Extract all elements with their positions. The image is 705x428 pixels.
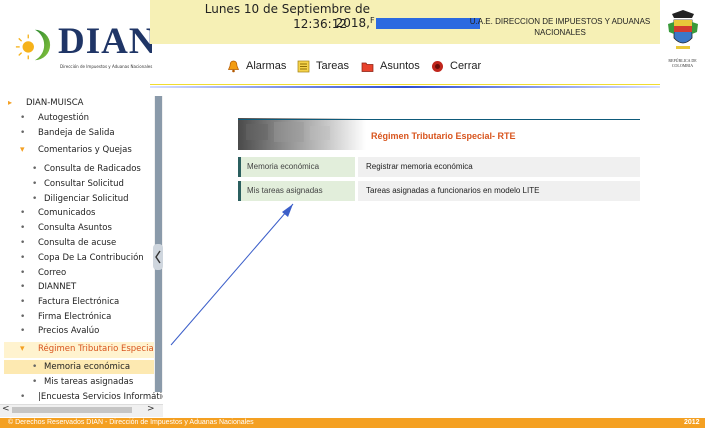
bullet-icon: •: [20, 223, 26, 233]
dian-logo: DIAN Dirección de Impuestos y Aduanas Na…: [0, 0, 156, 86]
tasks-label: Tareas: [316, 60, 350, 72]
table-row[interactable]: Mis tareas asignadas Tareas asignadas a …: [238, 181, 640, 201]
matters-label: Asuntos: [380, 60, 420, 72]
folder-icon: [361, 62, 374, 72]
collapse-arrow-icon: ▾: [20, 145, 25, 155]
crest-label: REPÚBLICA DE COLOMBIA: [668, 58, 697, 68]
user-prefix: F: [370, 16, 375, 25]
alarms-menu-item[interactable]: Alarmas: [227, 58, 286, 74]
bullet-icon: •: [20, 297, 26, 307]
horizontal-scroll-thumb[interactable]: [12, 407, 132, 413]
footer-year: 2012: [684, 419, 700, 426]
logo-text: DIAN: [58, 21, 157, 62]
bell-icon: [227, 60, 240, 72]
row-option-description[interactable]: Registrar memoria económica: [358, 157, 640, 177]
bullet-icon: •: [20, 208, 26, 218]
close-icon: [432, 60, 443, 72]
matters-menu-item[interactable]: Asuntos: [361, 58, 420, 74]
row-option-description[interactable]: Tareas asignadas a funcionarios en model…: [358, 181, 640, 201]
close-session-label: Cerrar: [450, 60, 482, 72]
row-option-name[interactable]: Memoria económica: [238, 157, 355, 177]
coat-of-arms-icon: [668, 10, 698, 49]
scroll-right-icon[interactable]: >: [147, 404, 155, 414]
bullet-icon: •: [20, 392, 26, 402]
time-text: 12:36:12: [293, 17, 347, 31]
bullet-icon: •: [20, 113, 26, 123]
table-row[interactable]: Memoria económica Registrar memoria econ…: [238, 157, 640, 177]
header-divider-blue: [150, 86, 660, 88]
bullet-icon: •: [32, 362, 38, 372]
bullet-icon: •: [32, 377, 38, 387]
bullet-icon: •: [32, 164, 38, 174]
bullet-icon: •: [20, 238, 26, 248]
panel-top-border: [238, 119, 640, 120]
bullet-icon: •: [32, 194, 38, 204]
entity-name: U.A.E. DIRECCION DE IMPUESTOS Y ADUANAS …: [469, 17, 651, 37]
header-divider-yellow: [150, 84, 660, 85]
panel-title: Régimen Tributario Especial- RTE: [371, 131, 516, 141]
office-image-icon: [246, 122, 330, 142]
sun-logo-icon: [15, 29, 51, 61]
scroll-left-icon[interactable]: <: [2, 404, 10, 414]
sidebar-menu: ▸ DIAN-MUISCA • Autogestión • Bandeja de S…: [0, 94, 163, 404]
bullet-icon: •: [20, 326, 26, 336]
alarms-label: Alarmas: [246, 60, 287, 72]
rte-header-image: [238, 118, 366, 150]
bullet-icon: •: [32, 179, 38, 189]
bullet-icon: •: [20, 268, 26, 278]
close-session-menu-item[interactable]: Cerrar: [431, 58, 481, 74]
colombia-crest: REPÚBLICA DE COLOMBIA: [660, 0, 705, 86]
row-option-name[interactable]: Mis tareas asignadas: [238, 181, 355, 201]
bullet-icon: •: [20, 282, 26, 292]
footer-copyright: © Derechos Reservados DIAN - Dirección d…: [8, 419, 254, 426]
expand-arrow-icon: ▸: [8, 98, 13, 107]
sidebar-collapse-handle[interactable]: [153, 244, 163, 270]
bullet-icon: •: [20, 312, 26, 322]
bullet-icon: •: [20, 128, 26, 138]
logo-subtitle: Dirección de Impuestos y Aduanas Naciona…: [60, 64, 153, 69]
tasks-menu-item[interactable]: Tareas: [297, 58, 349, 74]
bullet-icon: •: [20, 253, 26, 263]
collapse-arrow-icon: ▾: [20, 344, 25, 354]
chevron-left-icon: [155, 250, 161, 264]
tasks-icon: [297, 60, 310, 72]
